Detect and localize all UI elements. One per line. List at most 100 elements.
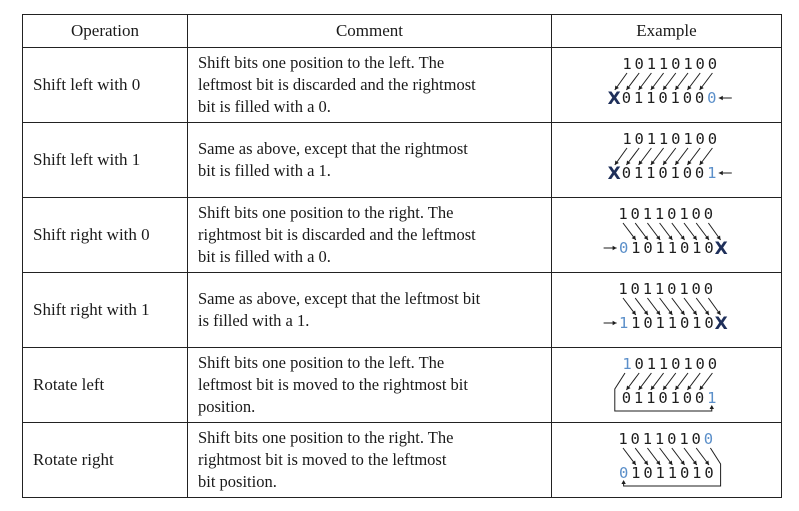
bottom-bit: 0 <box>621 89 630 107</box>
bottom-bit: 1 <box>633 89 642 107</box>
header-operation: Operation <box>71 21 139 40</box>
discarded-bit-mark: X <box>714 314 727 334</box>
arrow-head <box>612 245 617 251</box>
example-cell: 1011010001101001 <box>551 348 781 422</box>
top-bit: 1 <box>679 430 688 448</box>
operation-cell: Rotate right <box>33 450 114 469</box>
top-bit: 1 <box>622 355 631 373</box>
table-row: Shift right with 1 Same as above, except … <box>23 272 781 347</box>
table-row: Rotate right Shift bits one position to t… <box>23 422 781 497</box>
shift-operations-table: Operation Comment Example Shift left wit… <box>22 14 782 498</box>
bit-shift-diagram: 1 0 1 1 0 1 0 00 1 1 0 1 0 0 1 <box>613 355 717 412</box>
bottom-bit: 0 <box>704 239 713 257</box>
top-bit: 0 <box>630 280 639 298</box>
bottom-bit: 1 <box>633 164 642 182</box>
bit-shift-diagram: 1 0 1 1 0 1 0 00 1 0 1 1 0 1 0 <box>618 430 721 487</box>
bottom-bit: 1 <box>670 164 679 182</box>
comment-text: Shift bits one position to the left. The… <box>198 352 468 418</box>
comment-line: leftmost bit is moved to the rightmost b… <box>198 375 468 394</box>
bottom-bit: 1 <box>646 389 655 407</box>
example-cell: 1011010001011010X <box>551 198 781 272</box>
comment-line: Shift bits one position to the right. Th… <box>198 428 454 447</box>
top-bit: 1 <box>618 430 627 448</box>
top-bit: 0 <box>667 430 676 448</box>
discarded-bit-mark: X <box>607 89 620 109</box>
top-bit: 0 <box>707 355 716 373</box>
bottom-bit: 0 <box>621 389 630 407</box>
bottom-bit: 0 <box>704 464 713 482</box>
bottom-bit: 1 <box>631 239 640 257</box>
table-header-row: Operation Comment Example <box>23 15 781 47</box>
bit-shift-diagram: 1 0 1 1 0 1 0 00 1 0 1 1 0 1 0 X <box>603 205 727 259</box>
example-cell: 1011010001101001X <box>551 123 781 197</box>
top-bit: 0 <box>691 280 700 298</box>
bottom-bit: 1 <box>692 314 701 332</box>
bottom-bit: 0 <box>679 464 688 482</box>
top-bit: 0 <box>634 55 643 73</box>
bottom-bit: 0 <box>658 89 667 107</box>
bottom-bit: 0 <box>658 389 667 407</box>
operation-cell: Shift right with 1 <box>33 300 150 319</box>
comment-line: bit is filled with a 0. <box>198 247 331 266</box>
top-bit: 1 <box>646 130 655 148</box>
arrow-head <box>718 170 723 176</box>
bottom-bit: 0 <box>618 239 627 257</box>
top-bit: 0 <box>634 130 643 148</box>
comment-line: rightmost bit is moved to the leftmost <box>198 450 447 469</box>
top-bit: 0 <box>634 355 643 373</box>
comment-cell: Same as above, except that the rightmost… <box>187 123 551 197</box>
top-bit: 1 <box>679 205 688 223</box>
bottom-bit: 0 <box>621 164 630 182</box>
top-bit: 0 <box>667 280 676 298</box>
top-bit: 0 <box>671 130 680 148</box>
top-bit: 1 <box>654 430 663 448</box>
comment-cell: Shift bits one position to the left. The… <box>187 348 551 422</box>
bottom-bit: 0 <box>682 389 691 407</box>
bottom-bit: 1 <box>646 164 655 182</box>
table-row: Shift left with 0 Shift bits one position… <box>23 47 781 122</box>
bottom-bit: 0 <box>643 314 652 332</box>
top-bit: 1 <box>654 205 663 223</box>
top-bit: 1 <box>683 55 692 73</box>
bottom-bit: 0 <box>694 89 703 107</box>
comment-text: Same as above, except that the leftmost … <box>198 288 480 332</box>
comment-text: Same as above, except that the rightmost… <box>198 138 468 182</box>
comment-cell: Shift bits one position to the right. Th… <box>187 423 551 497</box>
bottom-bit: 1 <box>646 89 655 107</box>
comment-line: Same as above, except that the rightmost <box>198 139 468 158</box>
bottom-bit: 0 <box>618 464 627 482</box>
comment-line: position. <box>198 397 256 416</box>
top-bit: 0 <box>703 280 712 298</box>
example-cell: 1011010001011010 <box>551 423 781 497</box>
operation-cell: Shift left with 0 <box>33 75 141 94</box>
comment-text: Shift bits one position to the right. Th… <box>198 427 453 493</box>
discarded-bit-mark: X <box>714 239 727 259</box>
comment-line: bit position. <box>198 472 277 491</box>
comment-line: Shift bits one position to the right. Th… <box>198 203 454 222</box>
bottom-bit: 1 <box>618 314 627 332</box>
bottom-bit: 1 <box>631 464 640 482</box>
bottom-bit: 0 <box>679 239 688 257</box>
discarded-bit-mark: X <box>607 164 620 184</box>
table-row: Shift right with 0 Shift bits one positio… <box>23 197 781 272</box>
bottom-bit: 1 <box>655 239 664 257</box>
top-bit: 1 <box>646 355 655 373</box>
bit-shift-diagram: 1 0 1 1 0 1 0 00 1 1 0 1 0 0 0X <box>607 55 732 109</box>
arrow-head <box>718 95 723 101</box>
example-cell: 1011010011011010X <box>551 273 781 347</box>
example-cell: 1011010001101000X <box>551 48 781 122</box>
operation-cell: Rotate left <box>33 375 105 394</box>
top-bit: 0 <box>671 355 680 373</box>
top-bit: 1 <box>642 205 651 223</box>
operation-cell: Shift left with 1 <box>33 150 141 169</box>
bottom-bit: 0 <box>658 164 667 182</box>
top-bit: 0 <box>703 205 712 223</box>
top-bit: 0 <box>691 205 700 223</box>
top-bit: 0 <box>630 430 639 448</box>
top-bit: 0 <box>671 55 680 73</box>
top-bit: 1 <box>658 55 667 73</box>
top-bit: 1 <box>642 430 651 448</box>
bottom-bit: 0 <box>682 164 691 182</box>
top-bit: 1 <box>642 280 651 298</box>
comment-line: Shift bits one position to the left. The <box>198 353 445 372</box>
